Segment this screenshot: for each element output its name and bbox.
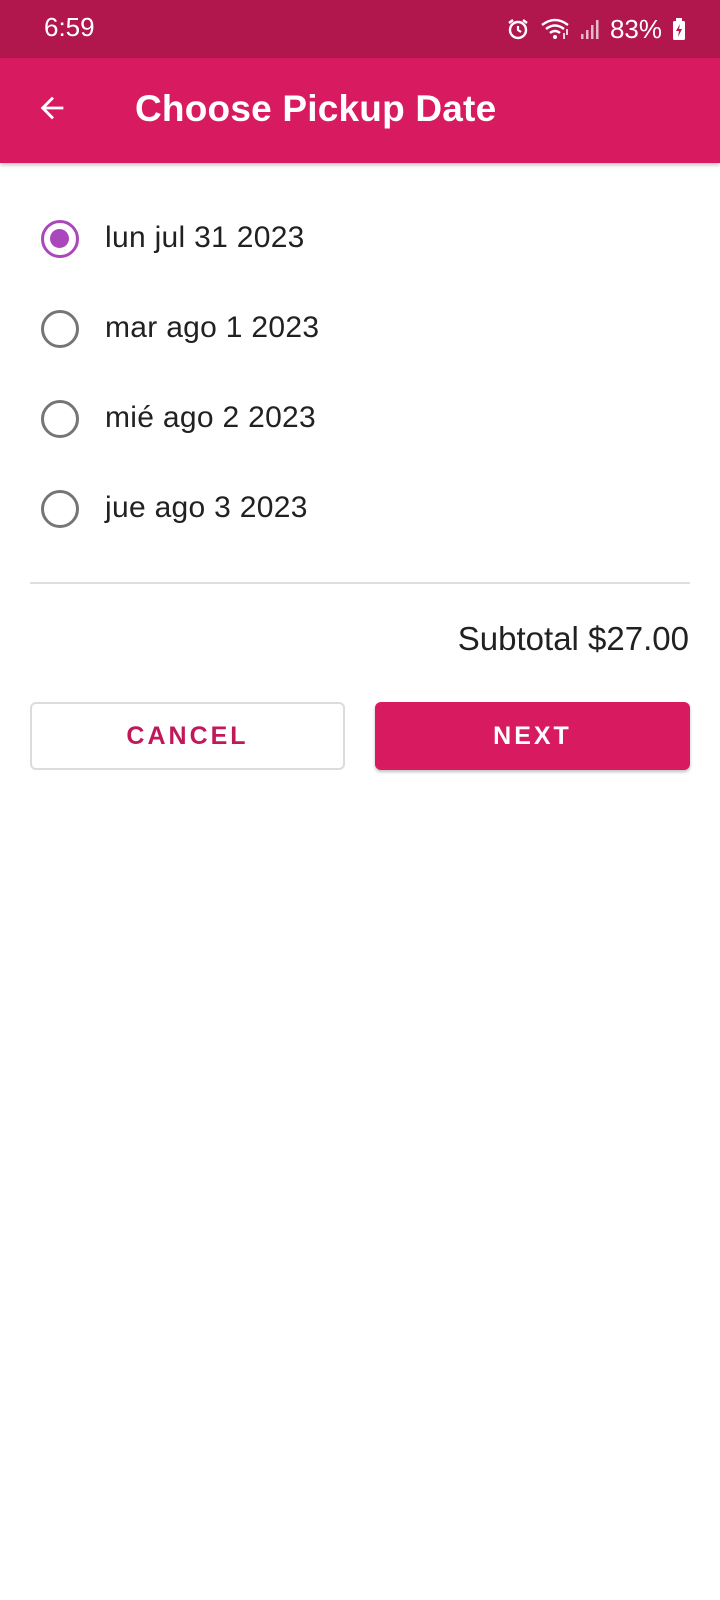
next-button[interactable]: NEXT: [375, 702, 690, 770]
divider: [30, 582, 690, 584]
pickup-date-label: jue ago 3 2023: [105, 491, 308, 524]
cancel-button[interactable]: CANCEL: [30, 702, 345, 770]
radio-button[interactable]: [41, 310, 79, 348]
battery-charging-icon: [672, 17, 686, 41]
status-icons: 83%: [506, 12, 686, 46]
radio-button[interactable]: [41, 400, 79, 438]
status-time: 6:59: [44, 12, 95, 42]
radio-button-checked[interactable]: [41, 220, 79, 258]
subtotal-text: Subtotal $27.00: [457, 620, 689, 657]
page-title: Choose Pickup Date: [135, 88, 497, 129]
pickup-date-label: mié ago 2 2023: [105, 401, 317, 434]
wifi-icon: [540, 17, 570, 41]
signal-icon: [580, 17, 600, 41]
pickup-date-option[interactable]: mar ago 1 2023: [0, 284, 720, 374]
pickup-date-option[interactable]: jue ago 3 2023: [0, 464, 720, 554]
pickup-date-label: lun jul 31 2023: [105, 221, 305, 254]
battery-percent: 83%: [609, 13, 662, 44]
pickup-date-label: mar ago 1 2023: [105, 311, 320, 344]
alarm-icon: [506, 17, 530, 41]
app-bar: Choose Pickup Date: [0, 58, 720, 163]
radio-button[interactable]: [41, 490, 79, 528]
arrow-back-icon: [35, 91, 69, 130]
pickup-date-radio-group: lun jul 31 2023 mar ago 1 2023 mié ago 2…: [0, 194, 720, 554]
status-bar: 6:59 83%: [0, 0, 720, 58]
pickup-date-option[interactable]: lun jul 31 2023: [0, 194, 720, 284]
pickup-date-option[interactable]: mié ago 2 2023: [0, 374, 720, 464]
back-button[interactable]: [26, 84, 78, 136]
